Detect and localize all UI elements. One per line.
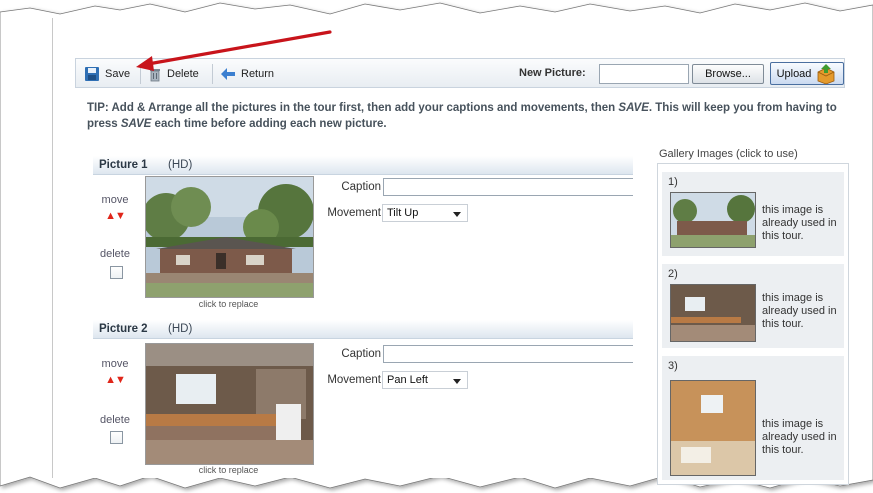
picture-2-image[interactable] [145, 343, 314, 465]
gallery-title: Gallery Images (click to use) [659, 148, 798, 160]
new-picture-label: New Picture: [519, 67, 586, 79]
movement-value: Pan Left [387, 374, 428, 386]
move-label: move [101, 358, 129, 370]
tip-part-3: each time before adding each new picture… [151, 118, 387, 130]
upload-label: Upload [776, 67, 812, 80]
gallery-item-1[interactable]: 1) this image is already used in this to… [662, 172, 844, 256]
delete-checkbox[interactable] [110, 431, 123, 444]
movement-label: Movement [327, 374, 381, 386]
chevron-down-icon [453, 379, 461, 384]
movement-value: Tilt Up [387, 207, 419, 219]
trash-icon [150, 69, 160, 82]
caption-label: Caption [341, 181, 381, 193]
picture-2-header: Picture 2 (HD) [93, 320, 633, 339]
picture-2-title: Picture 2 [99, 323, 148, 335]
gallery-item-2[interactable]: 2) this image is already used in this to… [662, 264, 844, 348]
delete-label: Delete [167, 68, 199, 80]
caption-input[interactable] [383, 178, 633, 196]
upload-button[interactable]: Upload [770, 62, 844, 85]
picture-1-replace-link[interactable]: click to replace [145, 299, 312, 309]
picture-1-title: Picture 1 [99, 159, 148, 171]
picture-1-hd-label: (HD) [168, 159, 193, 171]
return-button[interactable]: Return [220, 65, 274, 83]
gallery-item-text: this image is already used in this tour. [762, 418, 837, 456]
back-arrow-icon [221, 68, 235, 80]
kitchen-interior-photo [146, 344, 313, 464]
package-upload-icon [818, 63, 835, 84]
gallery-item-3[interactable]: 3) this image is already used in this to… [662, 356, 844, 480]
browse-label: Browse... [705, 68, 751, 80]
save-label: Save [105, 68, 131, 80]
tip-save-2: SAVE [120, 118, 152, 130]
gallery-item-number: 3) [668, 360, 678, 372]
gallery-thumb-bathroom [670, 380, 756, 476]
gallery-item-text: this image is already used in this tour. [762, 292, 837, 330]
delete-label: delete [100, 248, 130, 260]
tip-text: TIP: Add & Arrange all the pictures in t… [87, 100, 847, 132]
delete-checkbox[interactable] [110, 266, 123, 279]
gallery-item-text: this image is already used in this tour. [762, 204, 837, 242]
picture-1-header: Picture 1 (HD) [93, 156, 633, 175]
gallery-thumb-house [670, 192, 756, 248]
gallery-item-number: 2) [668, 268, 678, 280]
tip-save-1: SAVE [618, 102, 649, 114]
delete-label: delete [100, 414, 130, 426]
movement-select[interactable]: Pan Left [382, 371, 468, 389]
toolbar-separator [212, 64, 213, 84]
picture-1-image[interactable] [145, 176, 314, 298]
return-label: Return [241, 68, 275, 80]
move-label: move [101, 194, 129, 206]
floppy-disk-icon [85, 67, 99, 81]
new-picture-file-input[interactable] [599, 64, 689, 84]
toolbar: Save Delete Return New Picture: Browse..… [75, 58, 845, 88]
picture-2-replace-link[interactable]: click to replace [145, 465, 312, 475]
caption-input[interactable] [383, 345, 633, 363]
gallery-thumb-kitchen [670, 284, 756, 342]
gallery-item-number: 1) [668, 176, 678, 188]
toolbar-separator [140, 64, 141, 84]
gallery-panel: 1) this image is already used in this to… [657, 163, 849, 485]
movement-select[interactable]: Tilt Up [382, 204, 468, 222]
picture-2-hd-label: (HD) [168, 323, 193, 335]
delete-button[interactable]: Delete [148, 65, 199, 83]
move-arrows[interactable]: ▲▼ [95, 210, 135, 222]
chevron-down-icon [453, 212, 461, 217]
browse-button[interactable]: Browse... [692, 64, 764, 84]
caption-label: Caption [341, 348, 381, 360]
movement-label: Movement [327, 207, 381, 219]
tip-part-1: TIP: Add & Arrange all the pictures in t… [87, 102, 619, 114]
move-arrows[interactable]: ▲▼ [95, 374, 135, 386]
tour-editor-page: Save Delete Return New Picture: Browse..… [52, 18, 871, 485]
save-button[interactable]: Save [84, 65, 130, 83]
house-exterior-photo [146, 177, 313, 297]
